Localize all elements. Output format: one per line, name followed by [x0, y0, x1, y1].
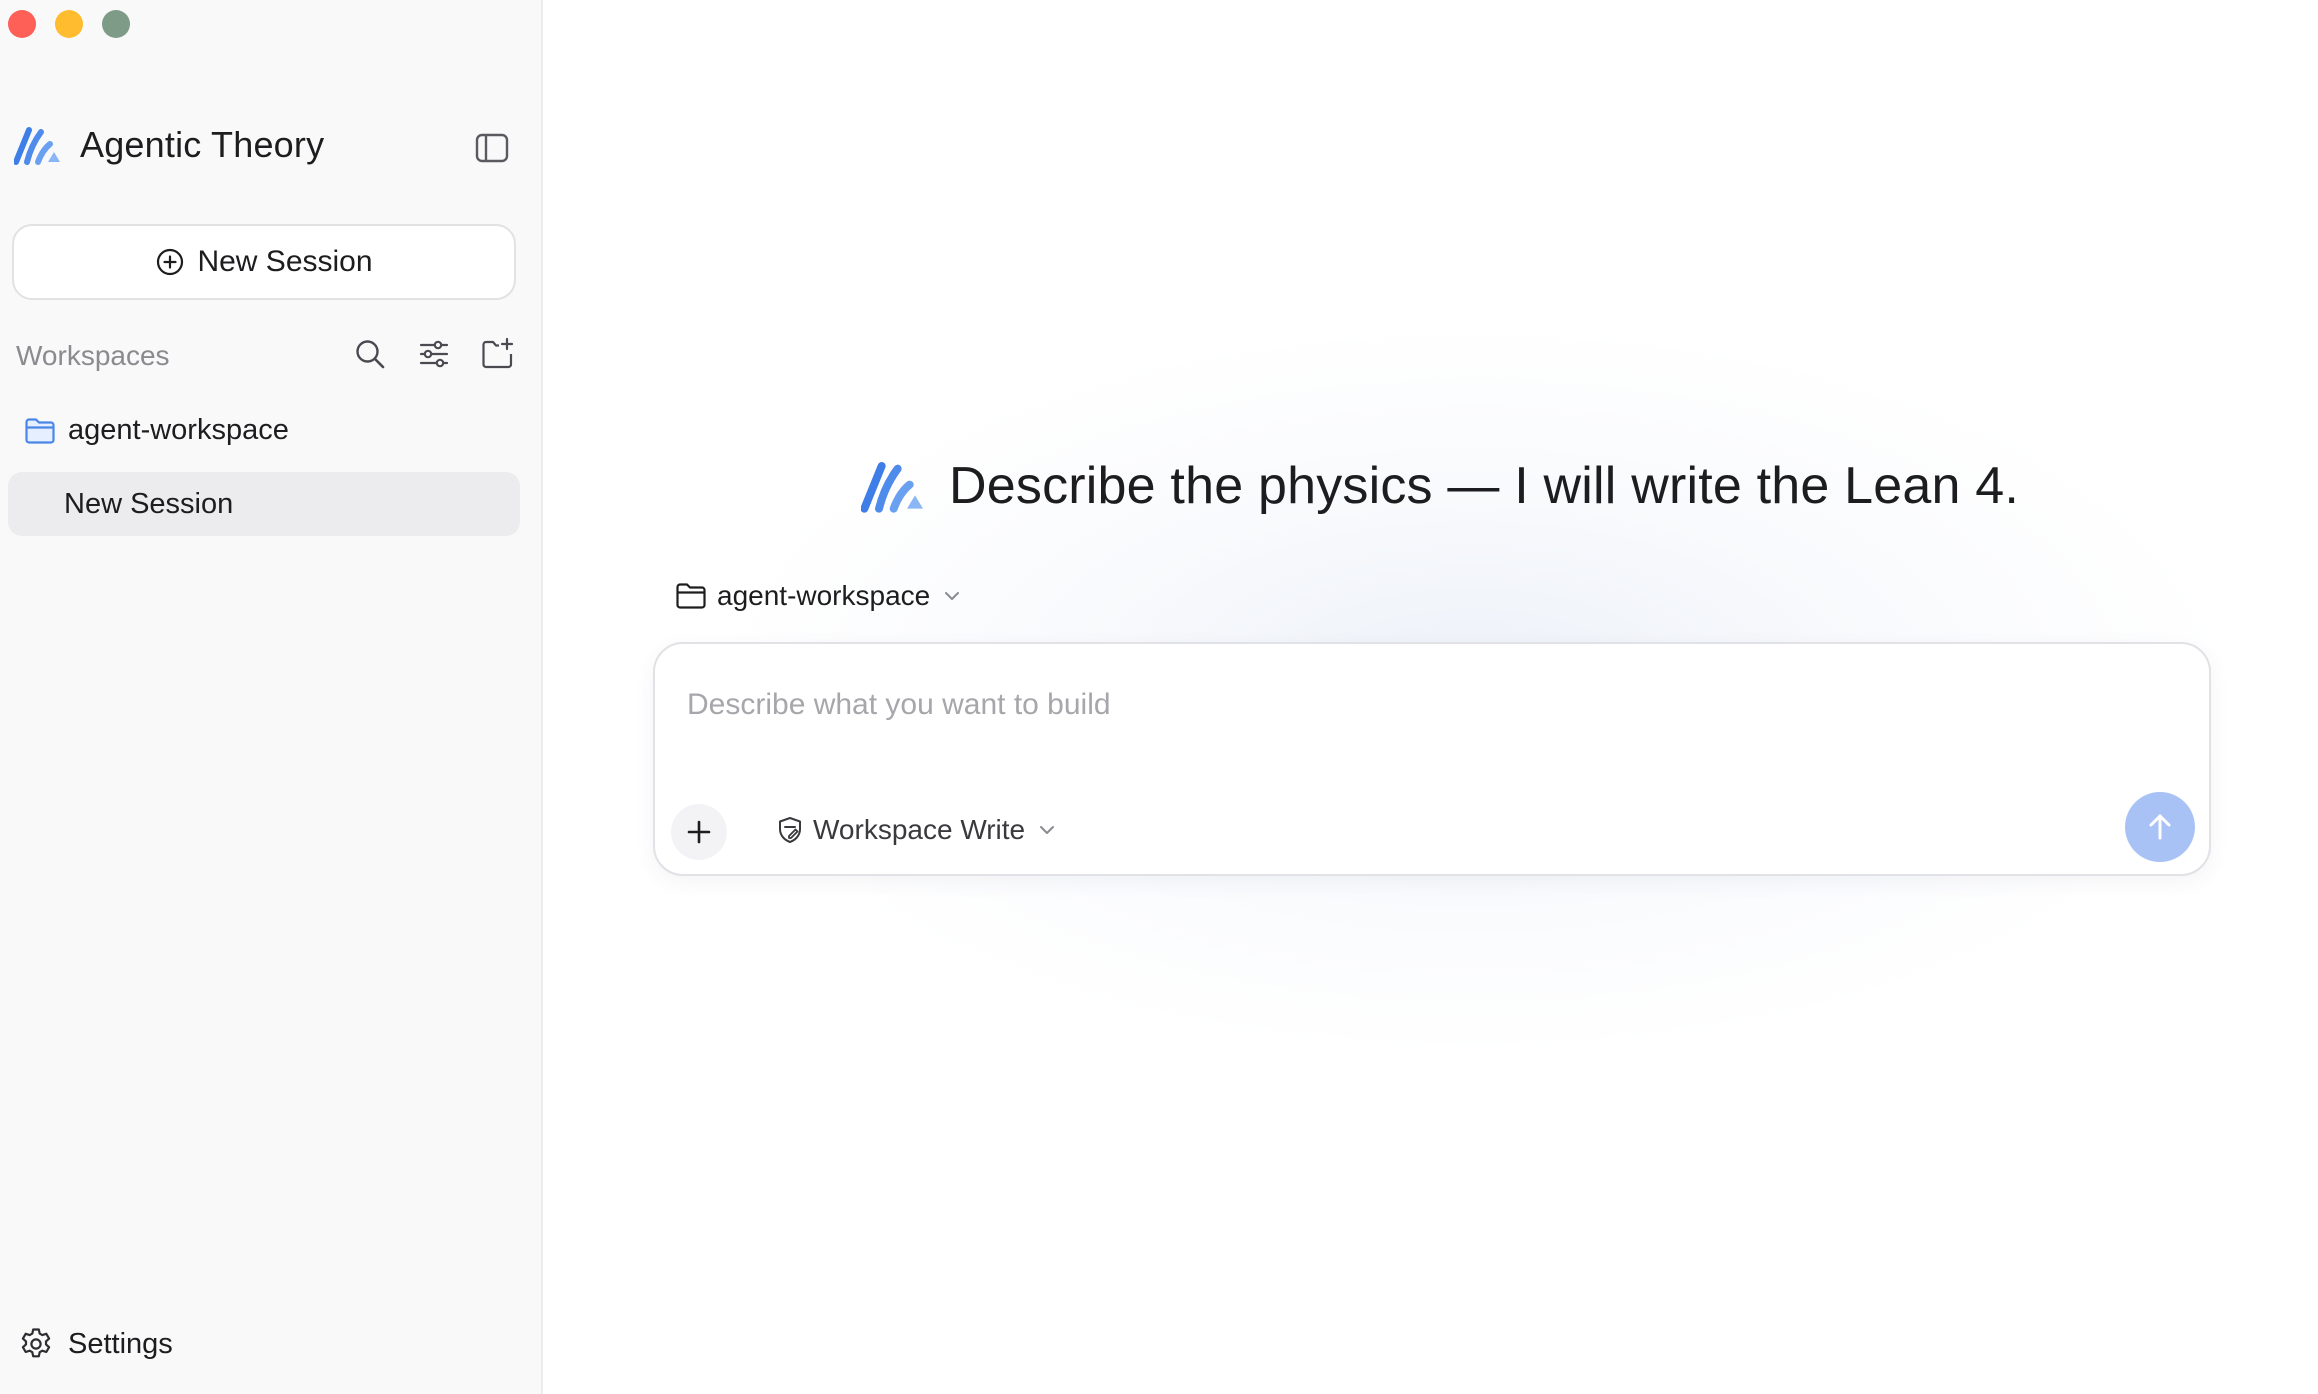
sidebar: Agentic Theory New Session Workspaces ag… [0, 0, 543, 1394]
plus-icon [687, 820, 711, 844]
prompt-composer: Workspace Write [653, 642, 2211, 876]
new-session-label: New Session [197, 245, 373, 278]
hero-title: Describe the physics — I will write the … [949, 457, 2020, 515]
chevron-down-icon [1040, 826, 1055, 834]
folder-icon [25, 417, 55, 444]
brand: Agentic Theory [14, 124, 324, 166]
send-button[interactable] [2125, 792, 2195, 862]
new-session-button[interactable]: New Session [12, 224, 516, 300]
workspace-selector[interactable]: agent-workspace [675, 580, 962, 612]
filter-icon[interactable] [416, 336, 452, 372]
permission-selector-value: Workspace Write [813, 814, 1026, 845]
window-minimize-button[interactable] [55, 10, 83, 38]
window-close-button[interactable] [8, 10, 36, 38]
window-controls [8, 10, 130, 38]
gear-icon [21, 1328, 51, 1358]
prompt-input[interactable] [687, 680, 1987, 730]
workspaces-header: Workspaces [16, 336, 516, 376]
hero: Describe the physics — I will write the … [861, 456, 2019, 516]
workspace-selector-value: agent-workspace [717, 580, 931, 611]
brand-logo-icon [861, 462, 923, 513]
main-panel: Describe the physics — I will write the … [543, 0, 2318, 1394]
app-window: Agentic Theory New Session Workspaces ag… [0, 0, 2318, 1394]
plus-circle-icon [157, 248, 184, 276]
new-folder-icon[interactable] [480, 336, 516, 372]
settings-button[interactable]: Settings [18, 1326, 173, 1362]
workspace-item-label: agent-workspace [68, 414, 289, 446]
attach-button[interactable] [671, 804, 727, 860]
permission-selector[interactable]: Workspace Write [775, 814, 1057, 846]
session-item-label: New Session [64, 487, 234, 520]
folder-icon [676, 583, 706, 609]
session-item-new-session[interactable]: New Session [8, 472, 520, 536]
brand-logo-icon [14, 127, 60, 165]
workspaces-title: Workspaces [16, 340, 170, 371]
window-maximize-button[interactable] [102, 10, 130, 38]
workspaces-tools [352, 336, 516, 372]
sidebar-toggle-icon[interactable] [474, 130, 510, 166]
search-icon[interactable] [352, 336, 388, 372]
chevron-down-icon [945, 592, 960, 600]
app-title: Agentic Theory [80, 124, 325, 165]
arrow-up-icon [2149, 814, 2171, 840]
settings-label: Settings [68, 1327, 173, 1360]
workspace-item-agent-workspace[interactable]: agent-workspace [24, 414, 289, 447]
shield-icon [779, 817, 801, 843]
